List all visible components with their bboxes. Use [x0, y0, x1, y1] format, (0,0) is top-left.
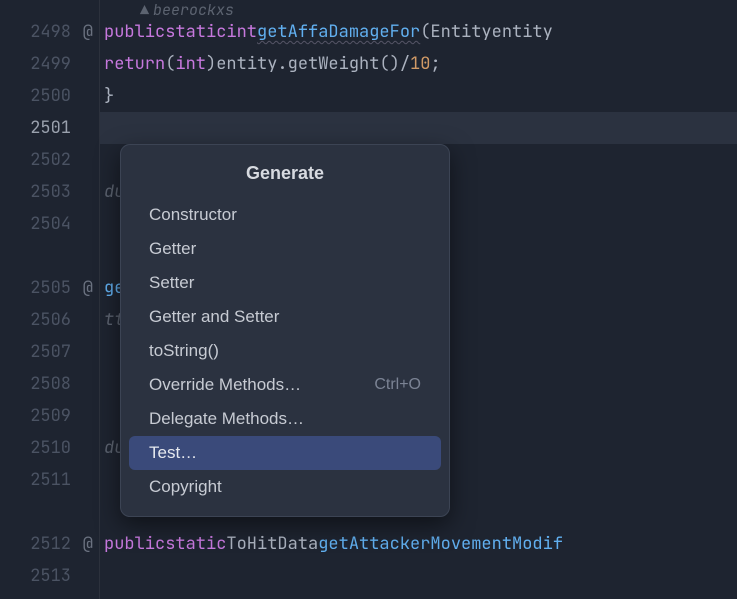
- gutter-mark-icon: @: [83, 533, 93, 555]
- gutter-line: 2498@: [0, 16, 99, 48]
- code-line-current[interactable]: [100, 112, 737, 144]
- generate-option-getter[interactable]: Getter: [129, 232, 441, 266]
- generate-popup: Generate Constructor Getter Setter Getter a…: [120, 144, 450, 517]
- author-annotation: ▲beerockxs: [100, 0, 737, 16]
- code-line[interactable]: [100, 560, 737, 592]
- generate-option-copyright[interactable]: Copyright: [129, 470, 441, 504]
- generate-option-override-methods[interactable]: Override Methods… Ctrl+O: [129, 368, 441, 402]
- gutter-line: 2510: [0, 432, 99, 464]
- gutter: 2498@2499250025012502250325042505@250625…: [0, 0, 100, 599]
- popup-item-label: Delegate Methods…: [149, 409, 304, 429]
- gutter-line: 2501: [0, 112, 99, 144]
- gutter-line: 2506: [0, 304, 99, 336]
- gutter-line: 2513: [0, 560, 99, 592]
- generate-option-tostring[interactable]: toString(): [129, 334, 441, 368]
- gutter-line: 2507: [0, 336, 99, 368]
- gutter-line: 2508: [0, 368, 99, 400]
- gutter-mark-icon: @: [83, 21, 93, 43]
- gutter-mark-icon: @: [83, 277, 93, 299]
- generate-option-constructor[interactable]: Constructor: [129, 198, 441, 232]
- generate-option-getter-and-setter[interactable]: Getter and Setter: [129, 300, 441, 334]
- generate-option-test[interactable]: Test…: [129, 436, 441, 470]
- gutter-line: 2512@: [0, 528, 99, 560]
- code-line[interactable]: }: [100, 80, 737, 112]
- gutter-line: [0, 240, 99, 272]
- popup-item-label: Test…: [149, 443, 197, 463]
- gutter-line: 2502: [0, 144, 99, 176]
- gutter-line: [0, 0, 99, 16]
- gutter-line: 2499: [0, 48, 99, 80]
- gutter-line: 2503: [0, 176, 99, 208]
- popup-item-label: toString(): [149, 341, 219, 361]
- gutter-line: 2504: [0, 208, 99, 240]
- popup-item-label: Setter: [149, 273, 194, 293]
- popup-item-label: Getter and Setter: [149, 307, 279, 327]
- popup-item-label: Copyright: [149, 477, 222, 497]
- user-icon: ▲: [140, 0, 149, 20]
- generate-option-setter[interactable]: Setter: [129, 266, 441, 300]
- popup-item-label: Constructor: [149, 205, 237, 225]
- gutter-line: [0, 496, 99, 528]
- popup-title: Generate: [121, 155, 449, 198]
- gutter-line: 2511: [0, 464, 99, 496]
- popup-item-label: Getter: [149, 239, 196, 259]
- popup-item-label: Override Methods…: [149, 375, 301, 395]
- generate-option-delegate-methods[interactable]: Delegate Methods…: [129, 402, 441, 436]
- gutter-line: 2500: [0, 80, 99, 112]
- code-line[interactable]: return (int) entity.getWeight() / 10;: [100, 48, 737, 80]
- gutter-line: 2509: [0, 400, 99, 432]
- author-name: beerockxs: [153, 0, 234, 20]
- code-line[interactable]: public static int getAffaDamageFor(Entit…: [100, 16, 737, 48]
- gutter-line: 2505@: [0, 272, 99, 304]
- popup-item-shortcut: Ctrl+O: [374, 376, 421, 394]
- code-line[interactable]: public static ToHitData getAttackerMovem…: [100, 528, 737, 560]
